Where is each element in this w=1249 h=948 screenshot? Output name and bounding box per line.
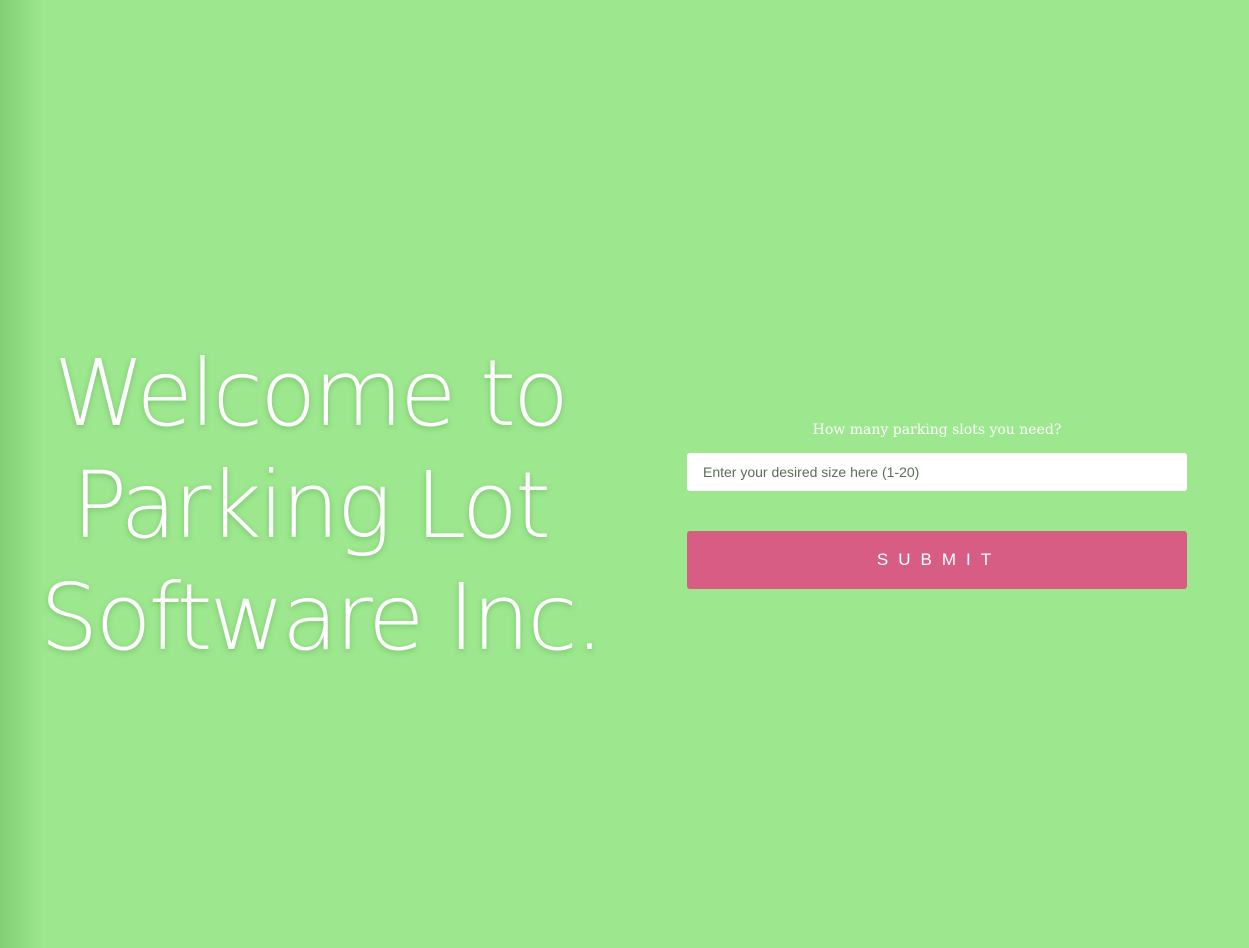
slots-question-label: How many parking slots you need? <box>812 422 1062 438</box>
welcome-heading: Welcome to Parking Lot Software Inc. <box>40 338 604 674</box>
welcome-line-3: Software Inc. <box>40 564 604 671</box>
submit-button[interactable]: SUBMIT <box>687 531 1187 589</box>
left-edge-shadow <box>0 0 44 948</box>
parking-size-form: How many parking slots you need? SUBMIT <box>687 420 1187 589</box>
parking-size-input[interactable] <box>687 453 1187 491</box>
welcome-line-2: Parking Lot <box>71 452 551 559</box>
welcome-line-1: Welcome to <box>53 340 569 447</box>
